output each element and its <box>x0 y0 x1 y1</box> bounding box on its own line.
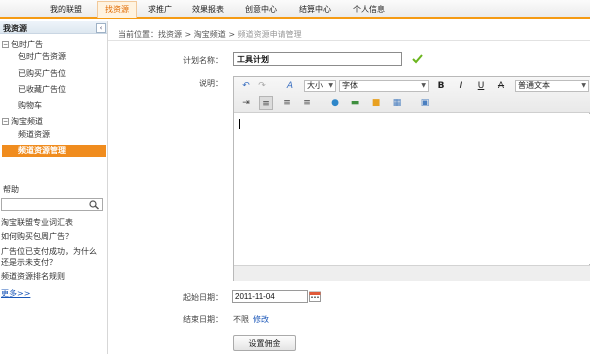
table-icon[interactable]: ▦ <box>390 96 404 110</box>
tree-group-taobao-channel[interactable]: − 淘宝频道 <box>2 116 43 127</box>
sidebar-item-favorite-slots[interactable]: 已收藏广告位 <box>18 84 66 95</box>
font-size-select-value: 大小 <box>307 81 323 90</box>
breadcrumb-prefix: 当前位置： <box>118 30 158 39</box>
italic-icon[interactable]: I <box>454 79 468 93</box>
tree-group-time-ads[interactable]: − 包时广告 <box>2 39 43 50</box>
nav-settlement-center[interactable]: 结算中心 <box>299 4 331 15</box>
nav-my-union[interactable]: 我的联盟 <box>50 4 82 15</box>
collapse-toggle-icon[interactable]: − <box>2 41 9 48</box>
plan-name-input[interactable] <box>233 52 402 66</box>
align-center-icon[interactable]: ≡ <box>280 96 294 110</box>
breadcrumb-item-taobao-channel[interactable]: 淘宝频道 <box>194 30 226 39</box>
help-title: 帮助 <box>3 185 19 194</box>
help-link-buy-weekly-ads[interactable]: 如何购买包周广告？ <box>1 231 73 242</box>
sidebar-item-time-ad-resources[interactable]: 包时广告资源 <box>18 51 66 62</box>
sidebar-item-channel-resources[interactable]: 频道资源 <box>18 129 50 140</box>
font-family-select[interactable]: 字体 ▼ <box>339 80 429 92</box>
plan-name-label: 计划名称： <box>183 56 223 65</box>
editor-toolbar: ↶ ↷ A 大小 ▼ 字体 ▼ B I U A 普通文本 ▼ ⇥ ≡ ≡ ≡ ● ▬ … <box>234 77 590 113</box>
bold-icon[interactable]: B <box>434 79 448 93</box>
sidebar: 我资源 ‹ − 包时广告 包时广告资源 已购买广告位 已收藏广告位 购物车 − 淘宝… <box>0 21 108 354</box>
help-search-box <box>1 198 103 211</box>
collapse-sidebar-button[interactable]: ‹ <box>96 23 106 33</box>
help-link-payment-status[interactable]: 广告位已支付成功，为什么 <box>1 246 97 257</box>
tree-group-label: 包时广告 <box>11 40 43 49</box>
help-link-payment-status-cont[interactable]: 还是示未支付？ <box>1 257 57 268</box>
flash-icon[interactable]: ■ <box>369 96 383 110</box>
sidebar-item-channel-resource-management[interactable]: 频道资源管理 <box>2 145 106 157</box>
redo-icon[interactable]: ↷ <box>255 79 269 93</box>
start-date-input[interactable] <box>232 290 308 303</box>
tree-group-label: 淘宝频道 <box>11 117 43 126</box>
paragraph-format-select[interactable]: 普通文本 ▼ <box>515 80 589 92</box>
indent-icon[interactable]: ⇥ <box>239 96 253 110</box>
nav-creative-center[interactable]: 创意中心 <box>245 4 277 15</box>
underline-icon[interactable]: U <box>474 79 488 93</box>
start-date-label: 起始日期： <box>183 293 223 302</box>
align-right-icon[interactable]: ≡ <box>300 96 314 110</box>
top-navigation: 我的联盟 找资源 求推广 效果报表 创意中心 结算中心 个人信息 <box>0 0 590 19</box>
nav-promotion[interactable]: 求推广 <box>148 4 172 15</box>
font-family-select-value: 字体 <box>342 81 358 90</box>
sidebar-title: 我资源 <box>3 24 27 33</box>
image-icon[interactable]: ▬ <box>348 96 362 110</box>
breadcrumb-separator: > <box>182 30 194 39</box>
collapse-toggle-icon[interactable]: − <box>2 118 9 125</box>
description-label: 说明： <box>199 79 223 88</box>
paragraph-format-select-value: 普通文本 <box>518 81 550 90</box>
strikethrough-icon[interactable]: A <box>494 79 508 93</box>
set-commission-button[interactable]: 设置佣金 <box>233 335 296 351</box>
editor-content-area[interactable] <box>234 114 590 264</box>
sidebar-header: 我资源 ‹ <box>0 21 107 34</box>
nav-find-resources[interactable]: 找资源 <box>97 1 137 18</box>
breadcrumb: 当前位置：找资源 > 淘宝频道 > 频道资源申请管理 <box>118 29 302 40</box>
check-icon <box>412 54 423 64</box>
sidebar-item-purchased-slots[interactable]: 已购买广告位 <box>18 68 66 79</box>
help-search-input[interactable] <box>2 199 86 210</box>
editor-footer <box>234 265 590 281</box>
chevron-down-icon: ▼ <box>328 82 333 89</box>
nav-reports[interactable]: 效果报表 <box>192 4 224 15</box>
breadcrumb-current: 频道资源申请管理 <box>237 30 302 39</box>
modify-end-date-link[interactable]: 修改 <box>253 314 269 325</box>
font-size-select[interactable]: 大小 ▼ <box>304 80 336 92</box>
search-icon[interactable] <box>88 200 100 210</box>
text-caret <box>239 119 240 129</box>
help-more-link[interactable]: 更多>> <box>1 288 30 299</box>
help-link-ranking-rules[interactable]: 频道资源排名规则 <box>1 271 65 282</box>
align-left-icon[interactable]: ≡ <box>259 96 273 110</box>
end-date-value: 不限 <box>233 315 249 324</box>
chevron-down-icon: ▼ <box>581 82 586 89</box>
nav-personal-info[interactable]: 个人信息 <box>353 4 385 15</box>
emoticon-icon[interactable]: ▣ <box>418 96 432 110</box>
breadcrumb-item-find-resources[interactable]: 找资源 <box>158 30 182 39</box>
end-date-label: 结束日期： <box>183 315 223 324</box>
link-icon[interactable]: ● <box>328 96 342 110</box>
divider <box>108 40 590 41</box>
help-link-glossary[interactable]: 淘宝联盟专业词汇表 <box>1 217 73 228</box>
rich-text-editor: ↶ ↷ A 大小 ▼ 字体 ▼ B I U A 普通文本 ▼ ⇥ ≡ ≡ ≡ ● ▬ … <box>233 76 590 281</box>
chevron-down-icon: ▼ <box>421 82 426 89</box>
undo-icon[interactable]: ↶ <box>239 79 253 93</box>
calendar-icon[interactable] <box>309 291 321 302</box>
sidebar-item-cart[interactable]: 购物车 <box>18 100 42 111</box>
clear-format-icon[interactable]: A <box>283 79 297 93</box>
breadcrumb-separator: > <box>225 30 238 39</box>
